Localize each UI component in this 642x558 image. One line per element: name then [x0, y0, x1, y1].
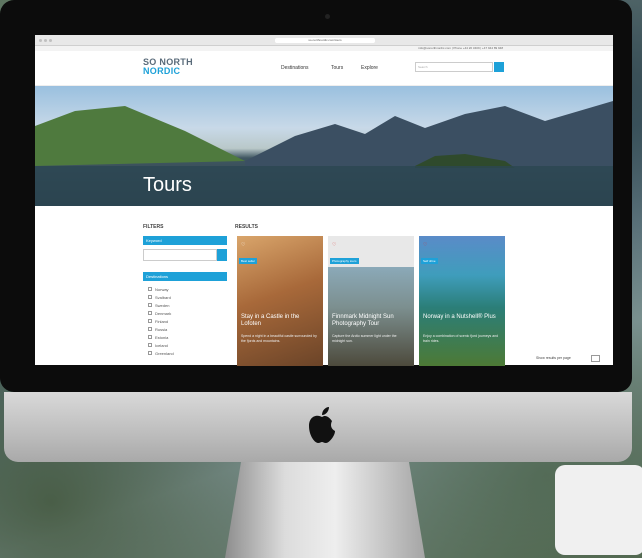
card-tag: Self drive	[421, 258, 438, 264]
apple-logo-icon	[309, 407, 335, 443]
tour-card[interactable]: ♡ Self drive Norway in a Nutshell® Plus …	[419, 236, 505, 366]
country-filter-item[interactable]: Sweden	[148, 301, 174, 309]
checkbox[interactable]	[148, 351, 152, 355]
browser-screen: so-northnordic.com/tours info@sonorthnor…	[35, 35, 613, 365]
checkbox[interactable]	[148, 295, 152, 299]
card-description: Enjoy a combination of scenic fjord jour…	[423, 334, 499, 343]
keyword-label: Keyword	[143, 236, 227, 245]
heart-icon[interactable]: ♡	[332, 242, 336, 248]
card-tag: Photography tours	[330, 258, 359, 264]
country-label: Svalbard	[155, 294, 171, 300]
site-nav: SO NORTH NORDIC Destinations Tours Explo…	[35, 51, 613, 86]
country-label: Russia	[155, 326, 168, 332]
country-filter-item[interactable]: Iceland	[148, 341, 174, 349]
checkbox[interactable]	[148, 311, 152, 315]
nav-link-destinations[interactable]: Destinations	[281, 65, 309, 71]
brand-logo[interactable]: SO NORTH NORDIC	[143, 57, 211, 77]
country-filter-item[interactable]: Russia	[148, 325, 174, 333]
card-title: Finnmark Midnight Sun Photography Tour	[332, 314, 394, 327]
country-label: Denmark	[155, 310, 172, 316]
results-per-page-select[interactable]	[591, 355, 600, 362]
heart-icon[interactable]: ♡	[241, 242, 245, 248]
destinations-filter[interactable]: Destinations	[143, 272, 227, 281]
country-filter-item[interactable]: Svalbard	[148, 293, 174, 301]
checkbox[interactable]	[148, 343, 152, 347]
country-label: Sweden	[155, 302, 170, 308]
country-label: Norway	[155, 286, 169, 292]
checkbox[interactable]	[148, 287, 152, 291]
country-label: Greenland	[155, 350, 174, 356]
checkbox[interactable]	[148, 327, 152, 331]
keyword-input[interactable]	[143, 249, 217, 261]
results-per-page-label: Show results per page	[536, 356, 571, 360]
results-heading: RESULTS	[235, 224, 258, 230]
card-description: Spend a night in a beautiful castle surr…	[241, 334, 317, 343]
country-label: Iceland	[155, 342, 168, 348]
paper-corner	[555, 465, 642, 555]
card-description: Capture the Arctic summer light under th…	[332, 334, 397, 343]
country-label: Finland	[155, 318, 169, 324]
country-filter-item[interactable]: Finland	[148, 317, 174, 325]
checkbox[interactable]	[148, 335, 152, 339]
page-title: Tours	[143, 174, 192, 196]
browser-chrome: so-northnordic.com/tours	[35, 35, 613, 46]
checkbox[interactable]	[148, 319, 152, 323]
tour-card[interactable]: ♡ Best seller Stay in a Castle in the Lo…	[237, 236, 323, 366]
nav-link-tours[interactable]: Tours	[331, 65, 343, 71]
country-label: Estonia	[155, 334, 169, 340]
camera-icon	[325, 14, 330, 19]
address-bar[interactable]: so-northnordic.com/tours	[275, 37, 375, 43]
hero-banner: Tours	[35, 86, 613, 206]
country-checklist: Norway Svalbard Sweden Denmark Finland Russia…	[148, 285, 174, 357]
country-filter-item[interactable]: Norway	[148, 285, 174, 293]
search-input[interactable]: Search	[415, 62, 493, 72]
heart-icon[interactable]: ♡	[423, 242, 427, 248]
search-icon[interactable]	[494, 62, 504, 72]
country-filter-item[interactable]: Estonia	[148, 333, 174, 341]
card-tag: Best seller	[239, 258, 258, 264]
search-icon[interactable]	[217, 249, 227, 261]
monitor-stand	[225, 462, 425, 558]
mountain-landscape	[35, 101, 613, 206]
nav-link-explore[interactable]: Explore	[361, 65, 378, 71]
filters-heading: FILTERS	[143, 224, 164, 230]
tour-card[interactable]: ♡ Photography tours Finnmark Midnight Su…	[328, 236, 414, 366]
checkbox[interactable]	[148, 303, 152, 307]
window-controls[interactable]	[39, 38, 52, 42]
card-title: Norway in a Nutshell® Plus	[423, 314, 496, 320]
country-filter-item[interactable]: Denmark	[148, 309, 174, 317]
country-filter-item[interactable]: Greenland	[148, 349, 174, 357]
card-title: Stay in a Castle in the Lofoten	[241, 314, 300, 327]
